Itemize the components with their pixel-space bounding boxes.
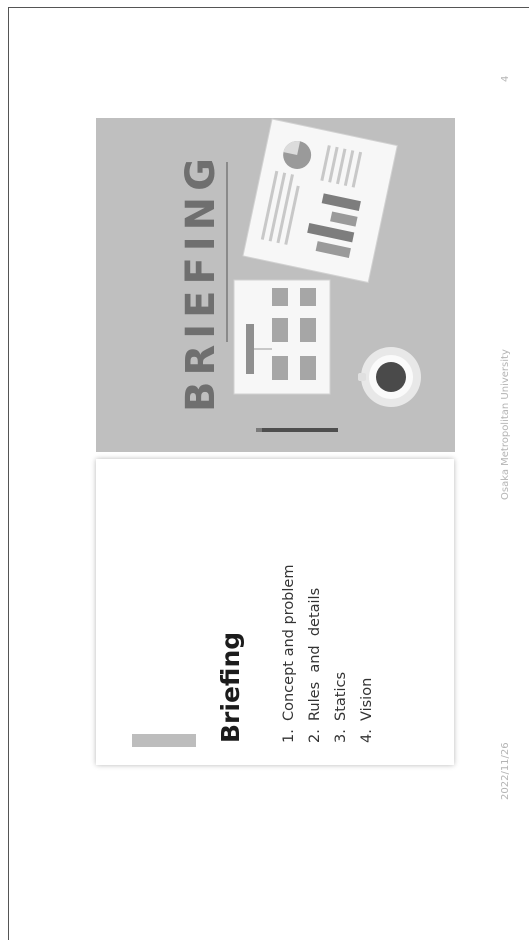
briefing-illustration-art: BRIEFING	[178, 118, 421, 432]
page-number: 4	[500, 75, 511, 82]
card-accent-bar	[132, 734, 196, 747]
slide: Briefing 1.Concept and problem 2.Rules a…	[0, 0, 529, 940]
flowchart-document-icon	[233, 279, 331, 395]
briefing-lettering: BRIEFING	[178, 152, 224, 412]
report-document-icon	[242, 118, 398, 284]
coffee-cup-icon	[358, 347, 421, 407]
agenda-item: 1.Concept and problem	[281, 564, 297, 743]
briefing-illustration: BRIEFING	[96, 118, 455, 452]
footer-organization: Osaka Metropolitan University	[500, 349, 511, 500]
pen-icon	[256, 428, 338, 432]
agenda-card: Briefing 1.Concept and problem 2.Rules a…	[96, 459, 454, 765]
agenda-item: 4.Vision	[359, 677, 375, 743]
page: Briefing 1.Concept and problem 2.Rules a…	[0, 0, 529, 940]
agenda-item: 2.Rules and details	[307, 587, 323, 743]
footer-date: 2022/11/26	[500, 742, 511, 800]
slide-title: Briefing	[216, 631, 245, 743]
agenda-item: 3.Statics	[333, 671, 349, 743]
lettering-underline	[226, 162, 228, 342]
agenda-list: 1.Concept and problem 2.Rules and detail…	[278, 565, 382, 743]
